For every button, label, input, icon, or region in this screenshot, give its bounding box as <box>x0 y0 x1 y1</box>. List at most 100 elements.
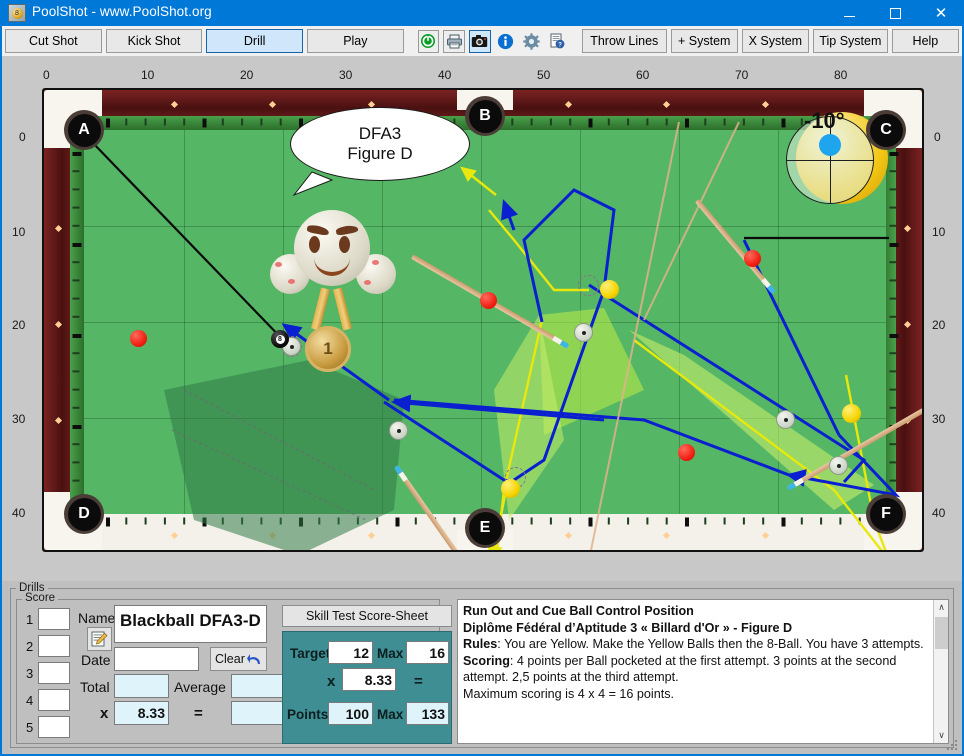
name-value: Blackball DFA3-D <box>120 611 261 630</box>
ruler-left-30: 30 <box>12 412 26 426</box>
button-throw-lines[interactable]: Throw Lines <box>581 29 667 53</box>
equals-symbol: = <box>194 705 203 722</box>
result-field <box>231 701 286 725</box>
close-button[interactable]: ✕ <box>918 0 964 26</box>
pocket-c-label: C <box>869 113 903 147</box>
diamond-marker <box>367 531 376 540</box>
pocket-c[interactable]: C <box>866 110 906 150</box>
total-label: Total <box>80 679 110 695</box>
score-row-2-label: 2 <box>26 639 34 654</box>
ruler-top-20: 20 <box>240 68 254 82</box>
description-scoring: Scoring: 4 points per Ball pocketed at t… <box>463 653 943 686</box>
speech-bubble-line1: DFA3 <box>358 124 402 144</box>
score-row-1-input[interactable] <box>38 608 70 630</box>
score-row-4-input[interactable] <box>38 689 70 711</box>
pocket-b[interactable]: B <box>465 96 505 136</box>
yellow-ball[interactable] <box>600 280 619 299</box>
skill-multiply-symbol: x <box>327 673 336 690</box>
target-value: 12 <box>353 645 369 661</box>
scroll-up-button[interactable]: ∧ <box>934 600 948 615</box>
camera-icon <box>472 35 488 47</box>
settings-button[interactable] <box>520 29 543 53</box>
description-scrollbar[interactable]: ∧ ∨ <box>933 600 948 743</box>
tab-kick-shot[interactable]: Kick Shot <box>105 29 203 53</box>
cue-ball[interactable] <box>574 323 593 342</box>
cue-ball[interactable] <box>829 456 848 475</box>
ruler-top-30: 30 <box>339 68 353 82</box>
red-ball[interactable] <box>130 330 147 347</box>
maximize-button[interactable] <box>872 0 918 26</box>
spin-tip-dot[interactable] <box>819 134 841 156</box>
ruler-top-40: 40 <box>438 68 452 82</box>
skill-equals-symbol: = <box>414 673 423 690</box>
tab-cut-shot[interactable]: Cut Shot <box>5 29 102 53</box>
printer-icon <box>446 34 462 48</box>
red-ball[interactable] <box>744 250 761 267</box>
score-row-3-label: 3 <box>26 666 34 681</box>
date-label: Date <box>81 652 111 668</box>
info-icon <box>498 33 514 49</box>
skill-test-header-button[interactable]: Skill Test Score-Sheet <box>282 605 452 627</box>
spin-angle-label: -10° <box>804 108 845 133</box>
medal-ribbon <box>311 287 330 331</box>
ruler-top-80: 80 <box>834 68 848 82</box>
description-title: Run Out and Cue Ball Control Position <box>463 604 694 618</box>
scrollbar-thumb[interactable] <box>935 617 948 649</box>
minimize-button[interactable] <box>826 0 872 26</box>
power-button[interactable] <box>417 29 440 53</box>
score-row-3-input[interactable] <box>38 662 70 684</box>
info-button[interactable] <box>494 29 517 53</box>
ruler-left-40: 40 <box>12 506 26 520</box>
button-help[interactable]: Help <box>891 29 959 53</box>
speech-bubble: DFA3 Figure D <box>290 107 470 181</box>
score-row-5-input[interactable] <box>38 716 70 738</box>
ruler-left-0: 0 <box>19 130 26 144</box>
points-max-label: Max <box>377 707 404 722</box>
close-icon: ✕ <box>934 3 948 22</box>
note-edit-button[interactable] <box>87 627 112 651</box>
points-max-value: 133 <box>421 706 445 722</box>
pocket-d[interactable]: D <box>64 494 104 534</box>
points-label: Points <box>287 707 329 722</box>
red-ball[interactable] <box>480 292 497 309</box>
table-canvas[interactable]: 0 10 20 30 40 50 60 70 80 0 10 20 30 40 … <box>2 56 962 581</box>
cue-ball[interactable] <box>389 421 408 440</box>
rail-left <box>70 120 84 524</box>
score-row-1-label: 1 <box>26 612 34 627</box>
pool-table[interactable]: 8 1 DFA3 Figure D -10° A B C D E F <box>42 88 924 552</box>
rules-text: : You are Yellow. Make the Yellow Balls … <box>497 637 924 652</box>
cue-ball[interactable] <box>776 410 795 429</box>
average-label: Average <box>174 679 226 695</box>
pocket-f[interactable]: F <box>866 494 906 534</box>
button-plus-system[interactable]: + System <box>670 29 738 53</box>
pocket-a[interactable]: A <box>64 110 104 150</box>
pocket-e-label: E <box>468 511 502 545</box>
description-rules: Rules: You are Yellow. Make the Yellow B… <box>463 636 943 653</box>
yellow-ball[interactable] <box>842 404 861 423</box>
help-document-button[interactable]: ? <box>546 29 568 53</box>
multiplier-value: 8.33 <box>137 705 165 721</box>
pocket-a-label: A <box>67 113 101 147</box>
tab-play[interactable]: Play <box>307 29 404 53</box>
score-row-2-input[interactable] <box>38 635 70 657</box>
red-ball[interactable] <box>678 444 695 461</box>
name-label: Name <box>78 610 116 626</box>
button-tip-system[interactable]: Tip System <box>812 29 888 53</box>
diamond-marker <box>564 531 573 540</box>
average-value-field <box>231 674 286 698</box>
tab-drill[interactable]: Drill <box>206 29 304 53</box>
multiply-symbol: x <box>100 705 109 722</box>
diamond-marker <box>268 531 277 540</box>
ruler-top-0: 0 <box>43 68 50 82</box>
pocket-e[interactable]: E <box>465 508 505 548</box>
button-x-system[interactable]: X System <box>741 29 809 53</box>
pocket-f-label: F <box>869 497 903 531</box>
date-input[interactable] <box>114 647 199 671</box>
power-icon <box>421 34 436 48</box>
yellow-ball[interactable] <box>501 479 520 498</box>
screenshot-button[interactable] <box>469 29 491 53</box>
target-max-value: 16 <box>429 645 445 661</box>
print-button[interactable] <box>443 29 466 53</box>
clear-button[interactable]: Clear <box>210 647 267 671</box>
resize-grip[interactable] <box>947 740 959 752</box>
